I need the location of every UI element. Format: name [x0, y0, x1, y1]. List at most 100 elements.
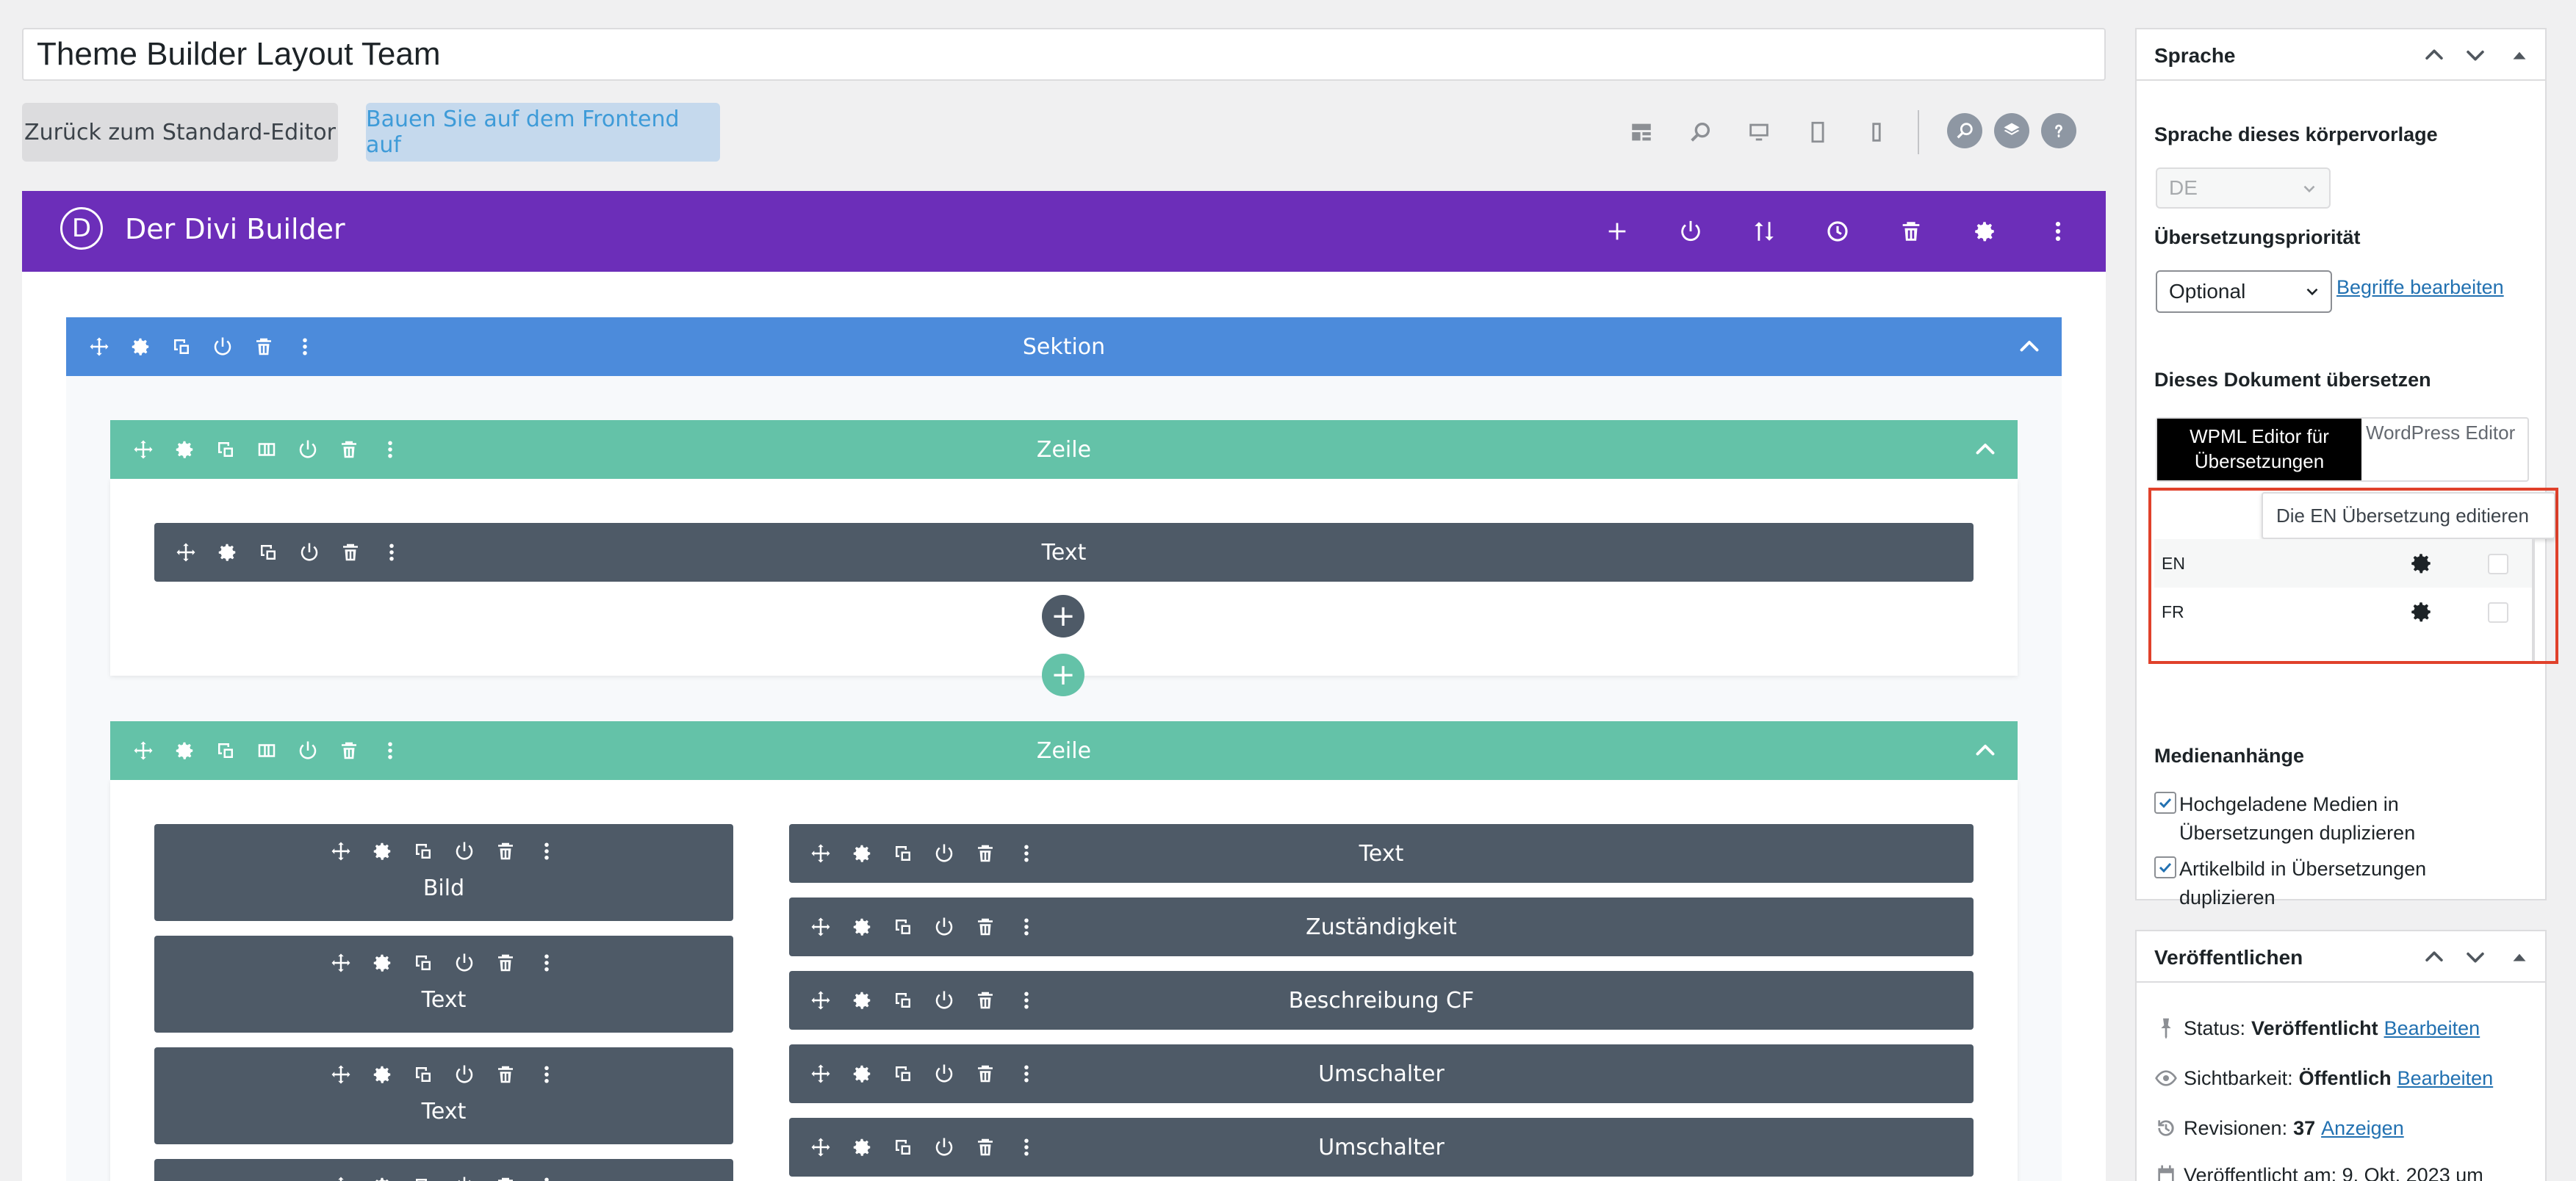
- power-icon[interactable]: [447, 1169, 481, 1181]
- more-icon[interactable]: [530, 834, 564, 868]
- collapse-toggle-icon[interactable]: [2507, 43, 2532, 68]
- more-icon[interactable]: [530, 946, 564, 980]
- power-icon[interactable]: [291, 433, 325, 466]
- duplicate-icon[interactable]: [406, 1169, 440, 1181]
- checkbox-checked[interactable]: [2154, 792, 2176, 814]
- more-icon[interactable]: [1010, 910, 1043, 944]
- gear-icon[interactable]: [210, 535, 244, 569]
- chevron-up-icon[interactable]: [2422, 945, 2447, 969]
- tab-wpml-editor[interactable]: WPML Editor für Übersetzungen: [2157, 419, 2361, 480]
- module-responsibility[interactable]: Zuständigkeit: [789, 898, 1974, 956]
- checkbox-checked[interactable]: [2154, 856, 2176, 878]
- row-2-bar[interactable]: Zeile: [110, 721, 2018, 780]
- module-toggle[interactable]: Umschalter: [789, 1044, 1974, 1103]
- move-icon[interactable]: [804, 837, 838, 870]
- trash-icon[interactable]: [1893, 213, 1929, 250]
- move-icon[interactable]: [169, 535, 203, 569]
- move-icon[interactable]: [804, 1057, 838, 1091]
- section-bar[interactable]: Sektion: [66, 317, 2062, 376]
- module-text[interactable]: Text: [789, 824, 1974, 883]
- wireframe-view-icon[interactable]: [1625, 116, 1658, 148]
- duplicate-icon[interactable]: [406, 946, 440, 980]
- gear-icon[interactable]: [845, 1057, 879, 1091]
- add-icon[interactable]: [1599, 213, 1636, 250]
- move-icon[interactable]: [324, 1058, 358, 1091]
- more-icon[interactable]: [1010, 1057, 1043, 1091]
- chevron-down-icon[interactable]: [2463, 945, 2488, 969]
- gear-icon[interactable]: [365, 946, 399, 980]
- more-icon[interactable]: [288, 330, 322, 364]
- chevron-up-icon[interactable]: [2016, 333, 2043, 360]
- more-icon[interactable]: [375, 535, 409, 569]
- desktop-view-icon[interactable]: [1743, 116, 1775, 148]
- priority-select[interactable]: Optional: [2156, 270, 2332, 313]
- power-icon[interactable]: [927, 1057, 961, 1091]
- gear-icon[interactable]: [365, 1058, 399, 1091]
- duplicate-icon[interactable]: [886, 837, 920, 870]
- chevron-up-icon[interactable]: [1972, 737, 1998, 764]
- trash-icon[interactable]: [489, 834, 522, 868]
- tablet-view-icon[interactable]: [1802, 116, 1834, 148]
- phone-view-icon[interactable]: [1860, 116, 1893, 148]
- add-module-button[interactable]: +: [1042, 595, 1084, 638]
- gear-icon[interactable]: [365, 834, 399, 868]
- chevron-up-icon[interactable]: [1972, 436, 1998, 463]
- module-text[interactable]: Text: [154, 523, 1974, 582]
- duplicate-icon[interactable]: [886, 1130, 920, 1164]
- gear-icon[interactable]: [2408, 599, 2433, 624]
- gear-icon[interactable]: [2408, 551, 2433, 576]
- move-icon[interactable]: [324, 946, 358, 980]
- duplicate-icon[interactable]: [886, 983, 920, 1017]
- edit-terms-link[interactable]: Begriffe bearbeiten: [2336, 276, 2504, 299]
- power-icon[interactable]: [927, 837, 961, 870]
- module-image[interactable]: Bild: [154, 824, 733, 921]
- revisions-show-link[interactable]: Anzeigen: [2321, 1117, 2404, 1140]
- gear-icon[interactable]: [168, 734, 201, 768]
- gear-icon[interactable]: [845, 910, 879, 944]
- duplicate-icon[interactable]: [406, 834, 440, 868]
- module-text[interactable]: Text: [154, 936, 733, 1033]
- visibility-edit-link[interactable]: Bearbeiten: [2397, 1067, 2494, 1090]
- move-icon[interactable]: [804, 1130, 838, 1164]
- translation-checkbox[interactable]: [2488, 602, 2508, 623]
- status-edit-link[interactable]: Bearbeiten: [2384, 1017, 2480, 1040]
- gear-icon[interactable]: [365, 1169, 399, 1181]
- build-on-frontend-button[interactable]: Bauen Sie auf dem Frontend auf: [366, 103, 720, 162]
- zoom-view-icon[interactable]: [1684, 116, 1716, 148]
- more-icon[interactable]: [1010, 1130, 1043, 1164]
- move-icon[interactable]: [804, 910, 838, 944]
- module-partial[interactable]: [154, 1159, 733, 1181]
- power-icon[interactable]: [1672, 213, 1709, 250]
- gear-icon[interactable]: [845, 1130, 879, 1164]
- module-toggle[interactable]: Umschalter: [789, 1118, 1974, 1177]
- trash-icon[interactable]: [489, 946, 522, 980]
- translations-scrollbar[interactable]: [2532, 539, 2535, 661]
- trash-icon[interactable]: [247, 330, 281, 364]
- move-icon[interactable]: [804, 983, 838, 1017]
- search-icon[interactable]: [1947, 113, 1982, 148]
- duplicate-icon[interactable]: [209, 734, 242, 768]
- power-icon[interactable]: [447, 834, 481, 868]
- gear-icon[interactable]: [123, 330, 157, 364]
- power-icon[interactable]: [206, 330, 240, 364]
- columns-icon[interactable]: [250, 734, 284, 768]
- post-title-input[interactable]: [22, 28, 2106, 81]
- history-icon[interactable]: [1819, 213, 1856, 250]
- trash-icon[interactable]: [334, 535, 367, 569]
- sort-icon[interactable]: [1746, 213, 1782, 250]
- duplicate-icon[interactable]: [886, 1057, 920, 1091]
- trash-icon[interactable]: [968, 983, 1002, 1017]
- more-options-icon[interactable]: [2040, 213, 2076, 250]
- collapse-toggle-icon[interactable]: [2507, 945, 2532, 969]
- add-row-button[interactable]: +: [1042, 654, 1084, 696]
- move-icon[interactable]: [82, 330, 116, 364]
- power-icon[interactable]: [447, 1058, 481, 1091]
- columns-icon[interactable]: [250, 433, 284, 466]
- more-icon[interactable]: [373, 433, 407, 466]
- help-icon[interactable]: [2041, 113, 2076, 148]
- duplicate-icon[interactable]: [209, 433, 242, 466]
- tab-wordpress-editor[interactable]: WordPress Editor: [2361, 419, 2528, 480]
- move-icon[interactable]: [324, 834, 358, 868]
- duplicate-icon[interactable]: [886, 910, 920, 944]
- duplicate-media-option[interactable]: Hochgeladene Medien in Übersetzungen dup…: [2154, 790, 2522, 848]
